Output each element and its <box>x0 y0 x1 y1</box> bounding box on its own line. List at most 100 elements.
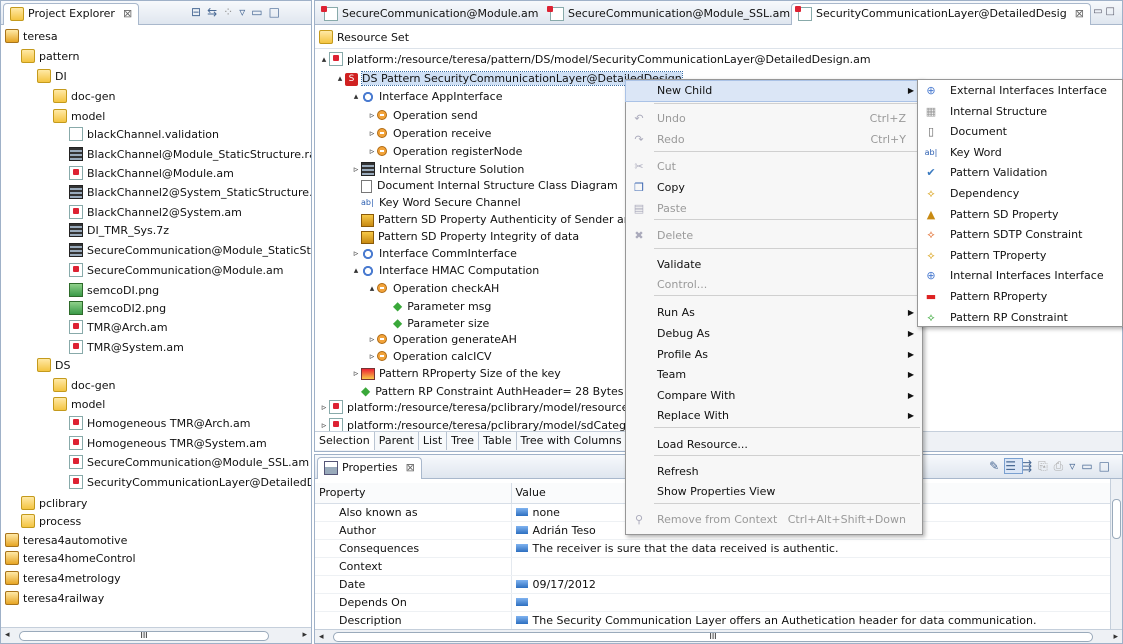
tab-tree-with-columns[interactable]: Tree with Columns <box>516 432 627 450</box>
tab-editor-1[interactable]: SecureCommunication@Module.am <box>317 3 545 25</box>
tree-item[interactable]: SecureCommunication@Module_SSL.am <box>69 453 309 473</box>
submenu-item[interactable]: ⟡ Pattern TProperty <box>918 246 1122 266</box>
submenu-item[interactable]: ▲ Pattern SD Property <box>918 205 1122 225</box>
expand-toggle-icon[interactable]: ▴ <box>351 88 361 106</box>
property-row[interactable]: Depends On <box>315 593 1122 612</box>
tree-item[interactable]: DI <box>37 67 67 87</box>
show-advanced-icon[interactable]: ⇶ <box>1022 459 1038 473</box>
menu-item[interactable]: Team ▶ <box>626 365 922 385</box>
close-icon[interactable]: ⊠ <box>1075 7 1084 20</box>
tree-item[interactable]: DS <box>37 356 70 376</box>
tree-item[interactable]: teresa4metrology <box>5 569 121 589</box>
menu-item[interactable]: Load Resource... <box>626 435 922 455</box>
tree-item[interactable]: teresa <box>5 27 58 47</box>
expand-toggle-icon[interactable]: ▹ <box>367 331 377 349</box>
scroll-thumb[interactable]: III <box>19 631 269 641</box>
menu-item[interactable]: ❐ Copy <box>626 178 922 198</box>
expand-toggle-icon[interactable]: ▹ <box>367 143 377 161</box>
menu-item[interactable]: Show Properties View <box>626 482 922 502</box>
tree-item[interactable]: Homogeneous TMR@System.am <box>69 434 267 454</box>
editor-tree-item[interactable]: ▹ Operation registerNode <box>367 143 523 161</box>
tree-item[interactable]: process <box>21 512 81 532</box>
link-editor-icon[interactable]: ⇆ <box>207 5 223 19</box>
menu-item[interactable]: Replace With ▶ <box>626 406 922 426</box>
expand-toggle-icon[interactable]: ▹ <box>367 107 377 125</box>
property-value[interactable]: The Security Communication Layer offers … <box>511 611 1122 630</box>
minimize-icon[interactable]: ▭ <box>1081 459 1098 473</box>
submenu-item[interactable]: ▦ Internal Structure <box>918 102 1122 122</box>
tree-item[interactable]: BlackChannel@Module_StaticStructure.ra <box>69 145 311 165</box>
property-row[interactable]: Context <box>315 557 1122 576</box>
editor-tree-item[interactable]: ▴ Interface HMAC Computation <box>351 262 539 280</box>
submenu-item[interactable]: ⊕ Internal Interfaces Interface <box>918 266 1122 286</box>
submenu-item[interactable]: ⊕ External Interfaces Interface <box>918 81 1122 101</box>
tree-item[interactable]: BlackChannel2@System.am <box>69 203 242 223</box>
scroll-right-arrow-icon[interactable]: ▸ <box>302 630 307 640</box>
property-value[interactable]: 09/17/2012 <box>511 575 1122 594</box>
tree-item[interactable]: pattern <box>21 47 79 67</box>
menu-item[interactable]: Profile As ▶ <box>626 345 922 365</box>
maximize-icon[interactable]: □ <box>1106 6 1118 17</box>
menu-item[interactable]: Compare With ▶ <box>626 386 922 406</box>
property-value[interactable]: The receiver is sure that the data recei… <box>511 539 1122 558</box>
scroll-right-arrow-icon[interactable]: ▸ <box>1113 632 1118 642</box>
tree-item[interactable]: pclibrary <box>21 494 87 514</box>
project-explorer-hscrollbar[interactable]: ◂ III ▸ <box>1 627 311 643</box>
editor-tree-item[interactable]: Pattern SD Property Integrity of data <box>351 228 579 246</box>
expand-toggle-icon[interactable]: ▹ <box>367 125 377 143</box>
menu-item[interactable]: Debug As ▶ <box>626 324 922 344</box>
pin-icon[interactable]: ✎ <box>989 459 1005 473</box>
property-value[interactable] <box>511 593 1122 612</box>
editor-tree-item[interactable]: ◆ Pattern RP Constraint AuthHeader= 28 By… <box>351 382 624 400</box>
tab-parent[interactable]: Parent <box>374 432 419 450</box>
tree-item[interactable]: teresa4automotive <box>5 531 127 551</box>
tree-item[interactable]: BlackChannel2@System_StaticStructure.r <box>69 183 311 203</box>
editor-tree-item[interactable]: ▴ platform:/resource/teresa/pattern/DS/mo… <box>319 51 871 69</box>
tree-item[interactable]: doc-gen <box>53 87 115 107</box>
maximize-icon[interactable]: □ <box>1099 459 1116 473</box>
submenu-item[interactable]: ⟡ Pattern SDTP Constraint <box>918 225 1122 245</box>
tree-item[interactable]: DI_TMR_Sys.7z <box>69 221 169 241</box>
properties-vscrollbar[interactable] <box>1110 479 1122 629</box>
property-row[interactable]: Description The Security Communication La… <box>315 611 1122 630</box>
maximize-icon[interactable]: □ <box>269 5 286 19</box>
scroll-thumb[interactable] <box>1112 499 1121 539</box>
submenu-item[interactable]: ▯ Document <box>918 122 1122 142</box>
submenu-item[interactable]: ⟡ Pattern RP Constraint <box>918 308 1122 328</box>
restore-default-icon[interactable]: ⎘ <box>1038 459 1054 473</box>
scroll-left-arrow-icon[interactable]: ◂ <box>5 630 10 640</box>
submenu-item[interactable]: ▬ Pattern RProperty <box>918 287 1122 307</box>
minimize-icon[interactable]: ▭ <box>251 5 268 19</box>
expand-toggle-icon[interactable]: ▹ <box>319 399 329 417</box>
minimize-icon[interactable]: ▭ <box>1093 6 1105 17</box>
tree-item[interactable]: SecureCommunication@Module_StaticSt <box>69 241 311 261</box>
editor-tree-item[interactable]: ▹ Pattern RProperty Size of the key <box>351 365 561 383</box>
tab-editor-2[interactable]: SecureCommunication@Module_SSL.am <box>543 3 797 25</box>
expand-toggle-icon[interactable]: ▴ <box>319 51 329 69</box>
tree-item[interactable]: teresa4homeControl <box>5 549 136 569</box>
scroll-thumb[interactable]: III <box>333 632 1093 642</box>
property-row[interactable]: Consequences The receiver is sure that th… <box>315 539 1122 558</box>
editor-tree-item[interactable]: ◆ Parameter size <box>383 314 489 332</box>
show-categories-icon[interactable]: ☰ <box>1004 458 1023 474</box>
copy-icon[interactable]: ⎙ <box>1054 459 1070 473</box>
editor-tree-item[interactable]: ab| Key Word Secure Channel <box>351 194 521 212</box>
properties-hscrollbar[interactable]: ◂ III ▸ <box>315 629 1122 643</box>
editor-tree-item[interactable]: ▹ platform:/resource/teresa/pclibrary/mod… <box>319 399 643 417</box>
tree-item[interactable]: TMR@System.am <box>69 338 184 358</box>
editor-tree-item[interactable]: Pattern SD Property Authenticity of Send… <box>351 211 638 229</box>
tree-item[interactable]: SecureCommunication@Module.am <box>69 261 283 281</box>
expand-toggle-icon[interactable]: ▹ <box>367 348 377 366</box>
tab-tree[interactable]: Tree <box>447 432 480 450</box>
submenu-item[interactable]: ⟡ Dependency <box>918 184 1122 204</box>
property-row[interactable]: Date 09/17/2012 <box>315 575 1122 594</box>
editor-tree-item[interactable]: ▴ Interface AppInterface <box>351 88 502 106</box>
view-menu-icon[interactable]: ▿ <box>239 5 251 19</box>
property-value[interactable] <box>511 557 1122 576</box>
expand-toggle-icon[interactable]: ▴ <box>335 70 345 88</box>
tree-item[interactable]: model <box>53 395 105 415</box>
property-column-header[interactable]: Property <box>315 483 512 504</box>
expand-toggle-icon[interactable]: ▴ <box>367 280 377 298</box>
tab-editor-3[interactable]: SecurityCommunicationLayer@DetailedDesig… <box>791 3 1091 25</box>
editor-tree-item[interactable]: ▹ Operation send <box>367 107 478 125</box>
